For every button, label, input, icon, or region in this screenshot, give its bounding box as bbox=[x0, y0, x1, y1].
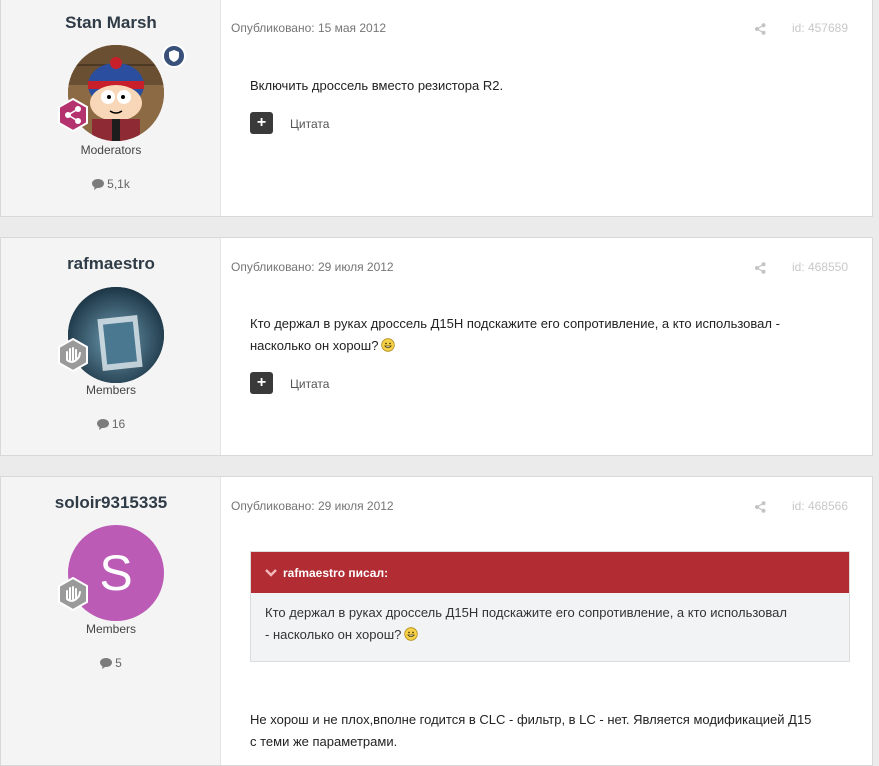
post-count-value: 5 bbox=[115, 656, 122, 670]
author-panel: soloir9315335 S Members 5 bbox=[1, 477, 221, 765]
post-body: Включить дроссель вместо резистора R2. bbox=[250, 78, 504, 93]
member-badge bbox=[56, 576, 90, 612]
quote-line: - насколько он хорош? bbox=[265, 624, 835, 648]
hand-badge-icon bbox=[58, 576, 88, 612]
post-body-line: Кто держал в руках дроссель Д15Н подскаж… bbox=[250, 316, 780, 331]
post-count: 5,1k bbox=[1, 177, 221, 193]
post-date[interactable]: Опубликовано: 29 июля 2012 bbox=[231, 260, 394, 274]
post-date[interactable]: Опубликовано: 15 мая 2012 bbox=[231, 21, 386, 35]
post-body-line: насколько он хорош? bbox=[250, 335, 850, 359]
post-count: 16 bbox=[1, 417, 221, 433]
post-body-line: Не хорош и не плох,вполне годится в CLC … bbox=[250, 712, 812, 727]
author-name[interactable]: rafmaestro bbox=[1, 254, 221, 274]
post-body: Кто держал в руках дроссель Д15Н подскаж… bbox=[250, 313, 850, 359]
post-body: Не хорош и не плох,вполне годится в CLC … bbox=[250, 709, 850, 753]
group-name: Moderators bbox=[80, 143, 142, 157]
post-id: id: 468550 bbox=[791, 260, 848, 274]
comment-icon bbox=[96, 419, 109, 433]
share-icon bbox=[58, 97, 88, 133]
share-link-icon[interactable] bbox=[754, 500, 766, 518]
post-2: rafmaestro Members 16 Опубликовано: 29 и… bbox=[0, 237, 873, 456]
quote-line: Кто держал в руках дроссель Д15Н подскаж… bbox=[265, 605, 787, 620]
smiley-icon bbox=[404, 626, 419, 648]
avatar-letter: S bbox=[99, 545, 133, 601]
post-count-value: 5,1k bbox=[107, 177, 130, 191]
post-body-line-text: насколько он хорош? bbox=[250, 338, 379, 353]
quote-button[interactable]: Цитата bbox=[290, 117, 329, 131]
multiquote-button[interactable]: + bbox=[250, 112, 273, 134]
member-badge bbox=[56, 337, 90, 373]
post-id: id: 457689 bbox=[791, 21, 848, 35]
post-count-value: 16 bbox=[111, 417, 126, 431]
author-panel: rafmaestro Members 16 bbox=[1, 238, 221, 455]
quote-line-text: - насколько он хорош? bbox=[265, 627, 402, 642]
author-panel: Stan Marsh Moderators 5,1k bbox=[1, 0, 221, 216]
post-count: 5 bbox=[1, 656, 221, 672]
share-group-badge bbox=[56, 97, 90, 133]
share-link-icon[interactable] bbox=[754, 261, 766, 279]
smiley-icon bbox=[381, 337, 396, 359]
group-name: Members bbox=[85, 383, 136, 397]
share-link-icon[interactable] bbox=[754, 22, 766, 40]
author-name[interactable]: Stan Marsh bbox=[1, 13, 221, 33]
post-id: id: 468566 bbox=[791, 499, 848, 513]
moderator-shield-icon bbox=[162, 44, 186, 68]
post-1: Stan Marsh Moderators 5,1k Опубликовано:… bbox=[0, 0, 873, 217]
quote-header[interactable]: rafmaestro писал: bbox=[251, 552, 849, 593]
quote-button[interactable]: Цитата bbox=[290, 377, 329, 391]
multiquote-button[interactable]: + bbox=[250, 372, 273, 394]
quote-text: Кто держал в руках дроссель Д15Н подскаж… bbox=[251, 593, 849, 648]
post-date[interactable]: Опубликовано: 29 июля 2012 bbox=[231, 499, 394, 513]
quote-block: rafmaestro писал: Кто держал в руках дро… bbox=[250, 551, 850, 662]
chevron-down-icon bbox=[265, 566, 277, 580]
hand-badge-icon bbox=[58, 337, 88, 373]
author-name[interactable]: soloir9315335 bbox=[1, 493, 221, 513]
group-name: Members bbox=[85, 622, 136, 636]
post-3: soloir9315335 S Members 5 Опубликовано: … bbox=[0, 476, 873, 766]
comment-icon bbox=[92, 179, 105, 193]
quote-author: rafmaestro писал: bbox=[283, 565, 389, 580]
comment-icon bbox=[100, 658, 113, 672]
